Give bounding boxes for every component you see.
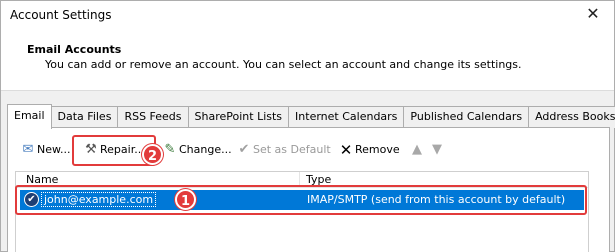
change-label: Change... [179, 143, 232, 156]
tab-address-books[interactable]: Address Books [529, 106, 615, 128]
title-bar: Account Settings ✕ [1, 1, 614, 31]
window-title: Account Settings [10, 8, 112, 22]
tab-data-files[interactable]: Data Files [51, 106, 119, 128]
set-as-default-label: Set as Default [253, 143, 331, 156]
header-section: Email Accounts You can add or remove an … [1, 31, 614, 91]
move-up-button[interactable]: ▲ [408, 139, 426, 161]
tab-internet-calendars[interactable]: Internet Calendars [289, 106, 405, 128]
new-label: New... [37, 143, 71, 156]
new-account-icon: ✉ [22, 142, 34, 157]
tab-sharepoint-lists[interactable]: SharePoint Lists [188, 106, 290, 128]
change-icon: ✎ [164, 142, 176, 157]
account-settings-window: Account Settings ✕ Email Accounts You ca… [0, 0, 615, 252]
tab-strip: Email Data Files RSS Feeds SharePoint Li… [7, 104, 615, 129]
tab-rss-feeds[interactable]: RSS Feeds [118, 106, 189, 128]
move-down-button[interactable]: ▼ [428, 139, 446, 161]
account-row-highlight-box [15, 185, 587, 215]
step-badge-2: 2 [142, 144, 163, 165]
move-up-icon: ▲ [412, 142, 422, 157]
move-down-icon: ▼ [432, 142, 442, 157]
step-badge-1: 1 [175, 189, 196, 210]
remove-x-icon: ✕ [339, 141, 353, 159]
change-button[interactable]: ✎ Change... [161, 139, 232, 161]
close-icon[interactable]: ✕ [582, 4, 604, 23]
new-button[interactable]: ✉ New... [19, 139, 71, 161]
set-as-default-button[interactable]: ✔ Set as Default [235, 139, 331, 161]
tab-published-calendars[interactable]: Published Calendars [404, 106, 530, 128]
section-title: Email Accounts [27, 43, 122, 56]
remove-button[interactable]: ✕ Remove [337, 139, 400, 161]
section-description: You can add or remove an account. You ca… [45, 58, 522, 71]
tab-email[interactable]: Email [7, 104, 52, 129]
checkmark-icon: ✔ [238, 142, 250, 157]
remove-label: Remove [355, 143, 400, 156]
